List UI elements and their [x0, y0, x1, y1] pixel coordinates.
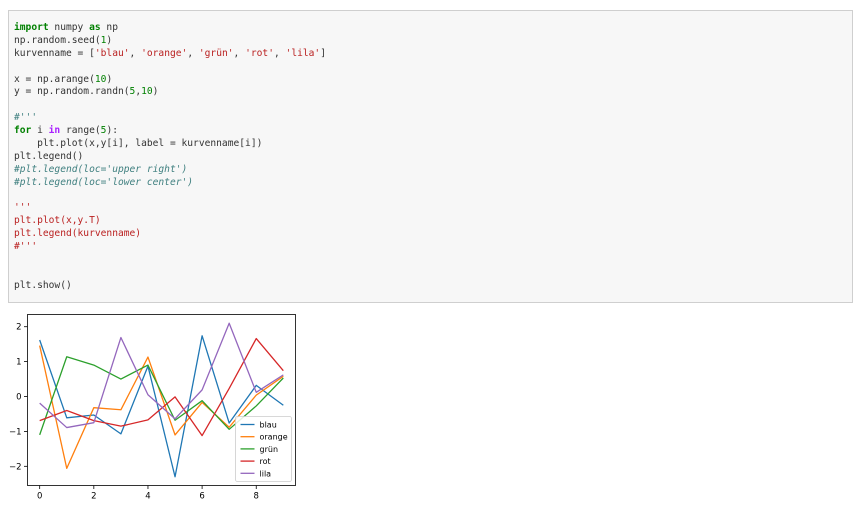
code-line: plt.plot(x,y[i], label = kurvenname[i]): [14, 138, 326, 151]
legend-label: grün: [260, 445, 279, 454]
code-line: ''': [14, 202, 326, 215]
code-token: as: [89, 22, 101, 33]
code-token: #plt.legend(loc='upper right'): [14, 163, 188, 175]
code-token: np.random.seed(: [14, 34, 101, 46]
code-token: 10: [141, 86, 153, 98]
legend-label: orange: [260, 433, 288, 442]
x-tick-label: 6: [199, 492, 204, 502]
code-token: 10: [94, 73, 107, 85]
code-token: ):: [106, 125, 118, 137]
code-token: plt.legend(): [14, 150, 84, 162]
code-token: plt.plot(x,y[i], label = kurvenname[i]): [14, 138, 263, 150]
code-token: 'rot': [245, 47, 274, 59]
y-tick-label: −2: [9, 462, 22, 472]
code-token: for: [14, 125, 32, 137]
code-token: plt.plot(x,y.T): [14, 215, 101, 227]
y-tick-label: 0: [16, 393, 21, 403]
code-line: x = np.arange(10): [14, 74, 326, 87]
code-token: range(: [60, 125, 101, 137]
code-line: plt.legend(): [14, 151, 326, 164]
code-token: ''': [14, 202, 32, 214]
code-token: np: [100, 22, 118, 33]
code-line: plt.plot(x,y.T): [14, 215, 326, 228]
output-area: 0 2 4 6 8 −2 −1 0 1 2 blau orange grün rot lila: [0, 308, 320, 511]
code-line: plt.show(): [14, 280, 326, 293]
code-token: plt.show(): [14, 279, 72, 291]
code-token: import: [14, 22, 49, 33]
code-line: #''': [14, 112, 326, 125]
code-token: x = np.arange(: [14, 73, 95, 85]
code-token: ): [152, 86, 159, 98]
x-axis-ticks: 0 2 4 6 8: [37, 485, 259, 502]
code-token: 'lila': [285, 47, 321, 59]
code-token: 'grün': [198, 47, 234, 59]
code-token: numpy: [48, 22, 90, 33]
legend: blau orange grün rot lila: [235, 416, 292, 482]
code-token: kurvenname = [: [14, 47, 95, 59]
code-line: np.random.seed(1): [14, 35, 326, 48]
code-token: in: [48, 125, 61, 137]
code-token: ,: [273, 47, 286, 59]
code-token: plt.legend(kurvenname): [14, 228, 142, 240]
code-token: ]: [320, 47, 326, 59]
code-token: ): [106, 73, 113, 85]
x-tick-label: 4: [145, 492, 150, 502]
code-line: y = np.random.randn(5,10): [14, 86, 326, 99]
code-line: #plt.legend(loc='upper right'): [14, 164, 326, 177]
y-tick-label: −1: [9, 427, 22, 437]
code-token: y = np.random.randn(: [14, 86, 130, 98]
legend-label: blau: [260, 421, 277, 430]
y-tick-label: 2: [16, 323, 21, 333]
code-token: ,: [233, 47, 246, 59]
code-token: i: [31, 125, 49, 137]
code-line: plt.legend(kurvenname): [14, 228, 326, 241]
x-tick-label: 0: [37, 492, 42, 502]
line-chart: 0 2 4 6 8 −2 −1 0 1 2 blau orange grün rot lila: [9, 314, 296, 502]
code-token: 'orange': [141, 47, 188, 59]
code-line: for i in range(5):: [14, 125, 326, 138]
code-token: #plt.legend(loc='lower center'): [14, 176, 194, 188]
code-line: kurvenname = ['blau', 'orange', 'grün', …: [14, 48, 326, 61]
code-token: 'blau': [94, 47, 130, 59]
legend-label: lila: [260, 469, 272, 478]
code-token: ): [106, 34, 113, 46]
code-token: #''': [14, 112, 38, 124]
code-cell[interactable]: import numpy as np np.random.seed(1) kurve…: [8, 10, 853, 303]
code-token: ,: [129, 47, 142, 59]
code-token: ,: [187, 47, 199, 59]
x-tick-label: 8: [254, 492, 259, 502]
y-axis-ticks: −2 −1 0 1 2: [9, 323, 28, 472]
code-line: #''': [14, 241, 326, 254]
code-line: import numpy as np: [14, 22, 326, 35]
x-tick-label: 2: [91, 492, 96, 502]
code-token: #''': [14, 241, 38, 253]
legend-label: rot: [260, 457, 271, 466]
code-editor[interactable]: import numpy as np np.random.seed(1) kurve…: [14, 22, 326, 293]
y-tick-label: 1: [16, 358, 21, 368]
code-line: #plt.legend(loc='lower center'): [14, 177, 326, 190]
